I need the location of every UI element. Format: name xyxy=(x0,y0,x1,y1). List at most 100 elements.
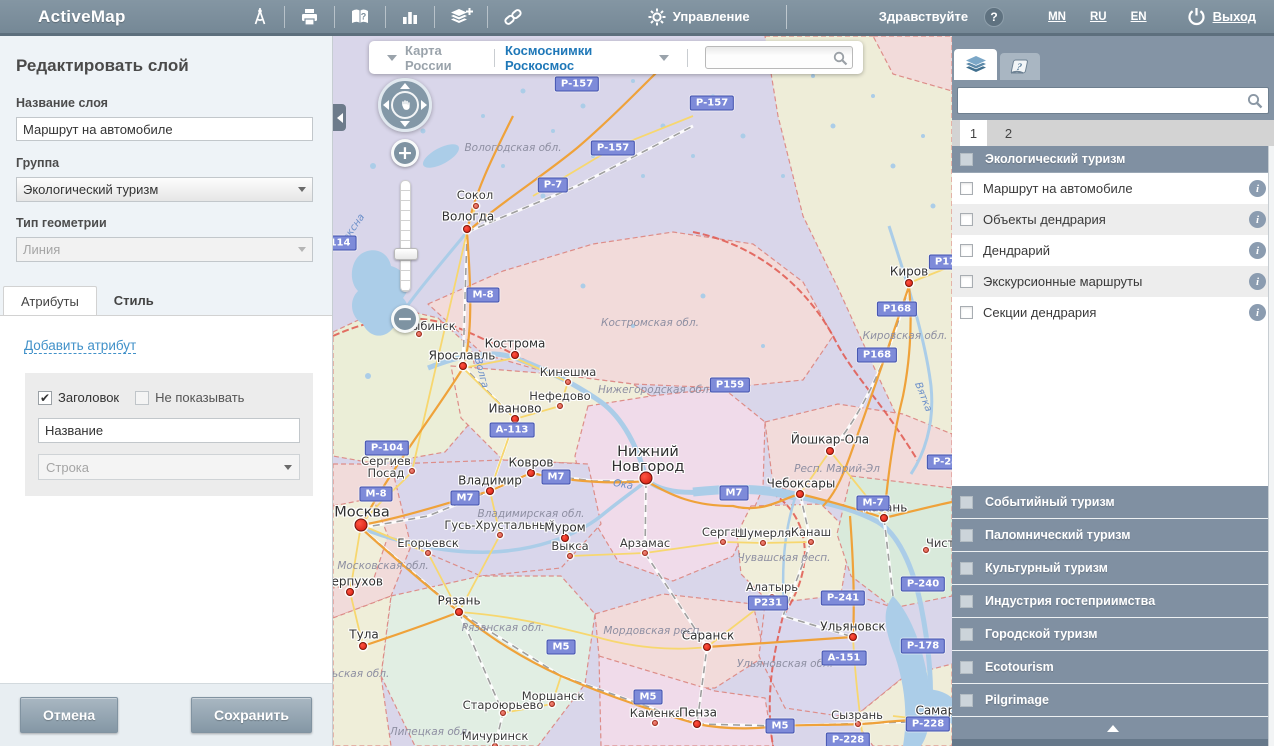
cancel-button[interactable]: Отмена xyxy=(20,697,118,733)
print-icon[interactable] xyxy=(285,7,334,27)
layer-item[interactable]: Объекты дендрарияi xyxy=(952,204,1274,235)
road-badge: Р-228 xyxy=(826,733,870,746)
group-checkbox[interactable] xyxy=(960,661,973,674)
overlay-layer-switcher[interactable]: Космоснимки Роскосмос xyxy=(505,43,651,73)
layer-checkbox[interactable] xyxy=(960,275,973,288)
pan-up-icon[interactable] xyxy=(400,83,410,89)
page-tab-2[interactable]: 2 xyxy=(995,120,1022,146)
group-checkbox[interactable] xyxy=(960,595,973,608)
zoom-in-button[interactable]: + xyxy=(391,139,419,167)
layer-name-input[interactable] xyxy=(16,117,313,141)
tab-style[interactable]: Стиль xyxy=(97,286,171,315)
layer-group-4[interactable]: Индустрия гостеприимства xyxy=(952,585,1274,618)
group-checkbox[interactable] xyxy=(960,153,973,166)
chevron-down-icon xyxy=(298,187,306,192)
city-dot xyxy=(557,403,563,409)
statistics-icon[interactable] xyxy=(386,7,434,27)
header-checkbox[interactable]: ✔ xyxy=(38,391,52,405)
group-checkbox[interactable] xyxy=(960,529,973,542)
layer-checkbox[interactable] xyxy=(960,306,973,319)
map-canvas[interactable]: СоколВологдаРыбинскЯрославльКостромаКине… xyxy=(333,36,952,746)
info-icon[interactable]: i xyxy=(1249,180,1266,197)
city-label: Мичуринск xyxy=(462,730,529,742)
layer-group-6[interactable]: Ecotourism xyxy=(952,651,1274,684)
lang-en[interactable]: EN xyxy=(1131,11,1147,23)
activemap-app: ActiveMap ? xyxy=(0,0,1274,746)
layer-group-5[interactable]: Городской туризм xyxy=(952,618,1274,651)
scrollbar-track[interactable] xyxy=(1268,146,1274,746)
pan-control[interactable] xyxy=(378,78,432,132)
search-icon[interactable] xyxy=(833,51,848,66)
city-label: Чистополь xyxy=(926,537,952,549)
chevron-down-icon[interactable] xyxy=(659,55,669,61)
add-attribute-link[interactable]: Добавить атрибут xyxy=(24,338,136,354)
pan-right-icon[interactable] xyxy=(421,100,427,110)
layer-group-1[interactable]: Событийный туризм xyxy=(952,486,1274,519)
map-search-input[interactable] xyxy=(706,47,852,68)
zoom-out-button[interactable]: − xyxy=(391,305,419,333)
city-label: Канаш xyxy=(791,526,831,538)
lang-mn[interactable]: MN xyxy=(1048,11,1066,23)
divider xyxy=(494,49,495,67)
help-icon[interactable]: ? xyxy=(984,7,1004,27)
zoom-slider[interactable] xyxy=(400,180,411,292)
collapse-panel-button[interactable] xyxy=(333,104,346,131)
hide-checkbox[interactable] xyxy=(135,391,149,405)
management-menu[interactable]: Управление xyxy=(648,8,750,26)
layer-item[interactable]: Дендрарийi xyxy=(952,235,1274,266)
greeting-label: Здравствуйте xyxy=(879,9,968,24)
pan-left-icon[interactable] xyxy=(383,100,389,110)
city-label: Иваново xyxy=(488,403,541,416)
layer-checkbox[interactable] xyxy=(960,213,973,226)
pan-hand-icon[interactable] xyxy=(391,91,419,119)
group-checkbox[interactable] xyxy=(960,562,973,575)
layer-group-0[interactable]: Экологический туризм xyxy=(952,146,1274,173)
group-checkbox[interactable] xyxy=(960,496,973,509)
group-checkbox[interactable] xyxy=(960,628,973,641)
group-name: Экологический туризм xyxy=(985,152,1125,166)
info-icon[interactable]: i xyxy=(1249,211,1266,228)
zoom-slider-handle[interactable] xyxy=(394,248,418,260)
panel-bottom-strip xyxy=(952,739,1274,746)
base-layer-switcher[interactable]: Карта России xyxy=(405,43,484,73)
logout-button[interactable]: Выход xyxy=(1187,7,1256,26)
scroll-up-button[interactable] xyxy=(952,717,1274,739)
search-icon[interactable] xyxy=(1247,93,1263,109)
help-book-icon[interactable]: ? xyxy=(335,7,385,27)
pan-down-icon[interactable] xyxy=(400,121,410,127)
lang-ru[interactable]: RU xyxy=(1090,11,1107,23)
layer-item[interactable]: Секции дендрарияi xyxy=(952,297,1274,328)
layer-group-3[interactable]: Культурный туризм xyxy=(952,552,1274,585)
layers-panel-tabs: ? xyxy=(952,36,1274,80)
info-icon[interactable]: i xyxy=(1249,273,1266,290)
add-layer-icon[interactable] xyxy=(435,7,487,27)
group-name: Ecotourism xyxy=(985,660,1054,674)
tab-legend[interactable]: ? xyxy=(1000,53,1040,80)
layer-item[interactable]: Экскурсионные маршрутыi xyxy=(952,266,1274,297)
tab-attributes[interactable]: Атрибуты xyxy=(3,286,97,316)
group-select[interactable]: Экологический туризм xyxy=(16,177,313,202)
layer-group-7[interactable]: Pilgrimage xyxy=(952,684,1274,717)
layer-item[interactable]: Маршрут на автомобилеi xyxy=(952,173,1274,204)
management-label: Управление xyxy=(673,9,750,24)
layers-search-input[interactable] xyxy=(958,88,1268,113)
group-checkbox[interactable] xyxy=(960,694,973,707)
tab-layers[interactable] xyxy=(954,49,997,80)
measure-icon[interactable] xyxy=(236,7,284,27)
city-dot xyxy=(497,532,503,538)
road-badge: Р-157 xyxy=(591,141,635,156)
page-tab-1[interactable]: 1 xyxy=(960,120,987,146)
road-badge: М7 xyxy=(451,491,480,506)
city-dot xyxy=(849,633,857,641)
layer-checkbox[interactable] xyxy=(960,182,973,195)
geometry-type-select: Линия xyxy=(16,237,313,262)
save-button[interactable]: Сохранить xyxy=(191,697,312,733)
link-icon[interactable] xyxy=(488,7,538,27)
attribute-name-input[interactable] xyxy=(38,418,300,443)
layer-group-2[interactable]: Паломнический туризм xyxy=(952,519,1274,552)
topbar-right: Здравствуйте ? MN RU EN Выход xyxy=(879,7,1256,27)
chevron-down-icon[interactable] xyxy=(387,55,397,61)
layer-checkbox[interactable] xyxy=(960,244,973,257)
info-icon[interactable]: i xyxy=(1249,304,1266,321)
info-icon[interactable]: i xyxy=(1249,242,1266,259)
